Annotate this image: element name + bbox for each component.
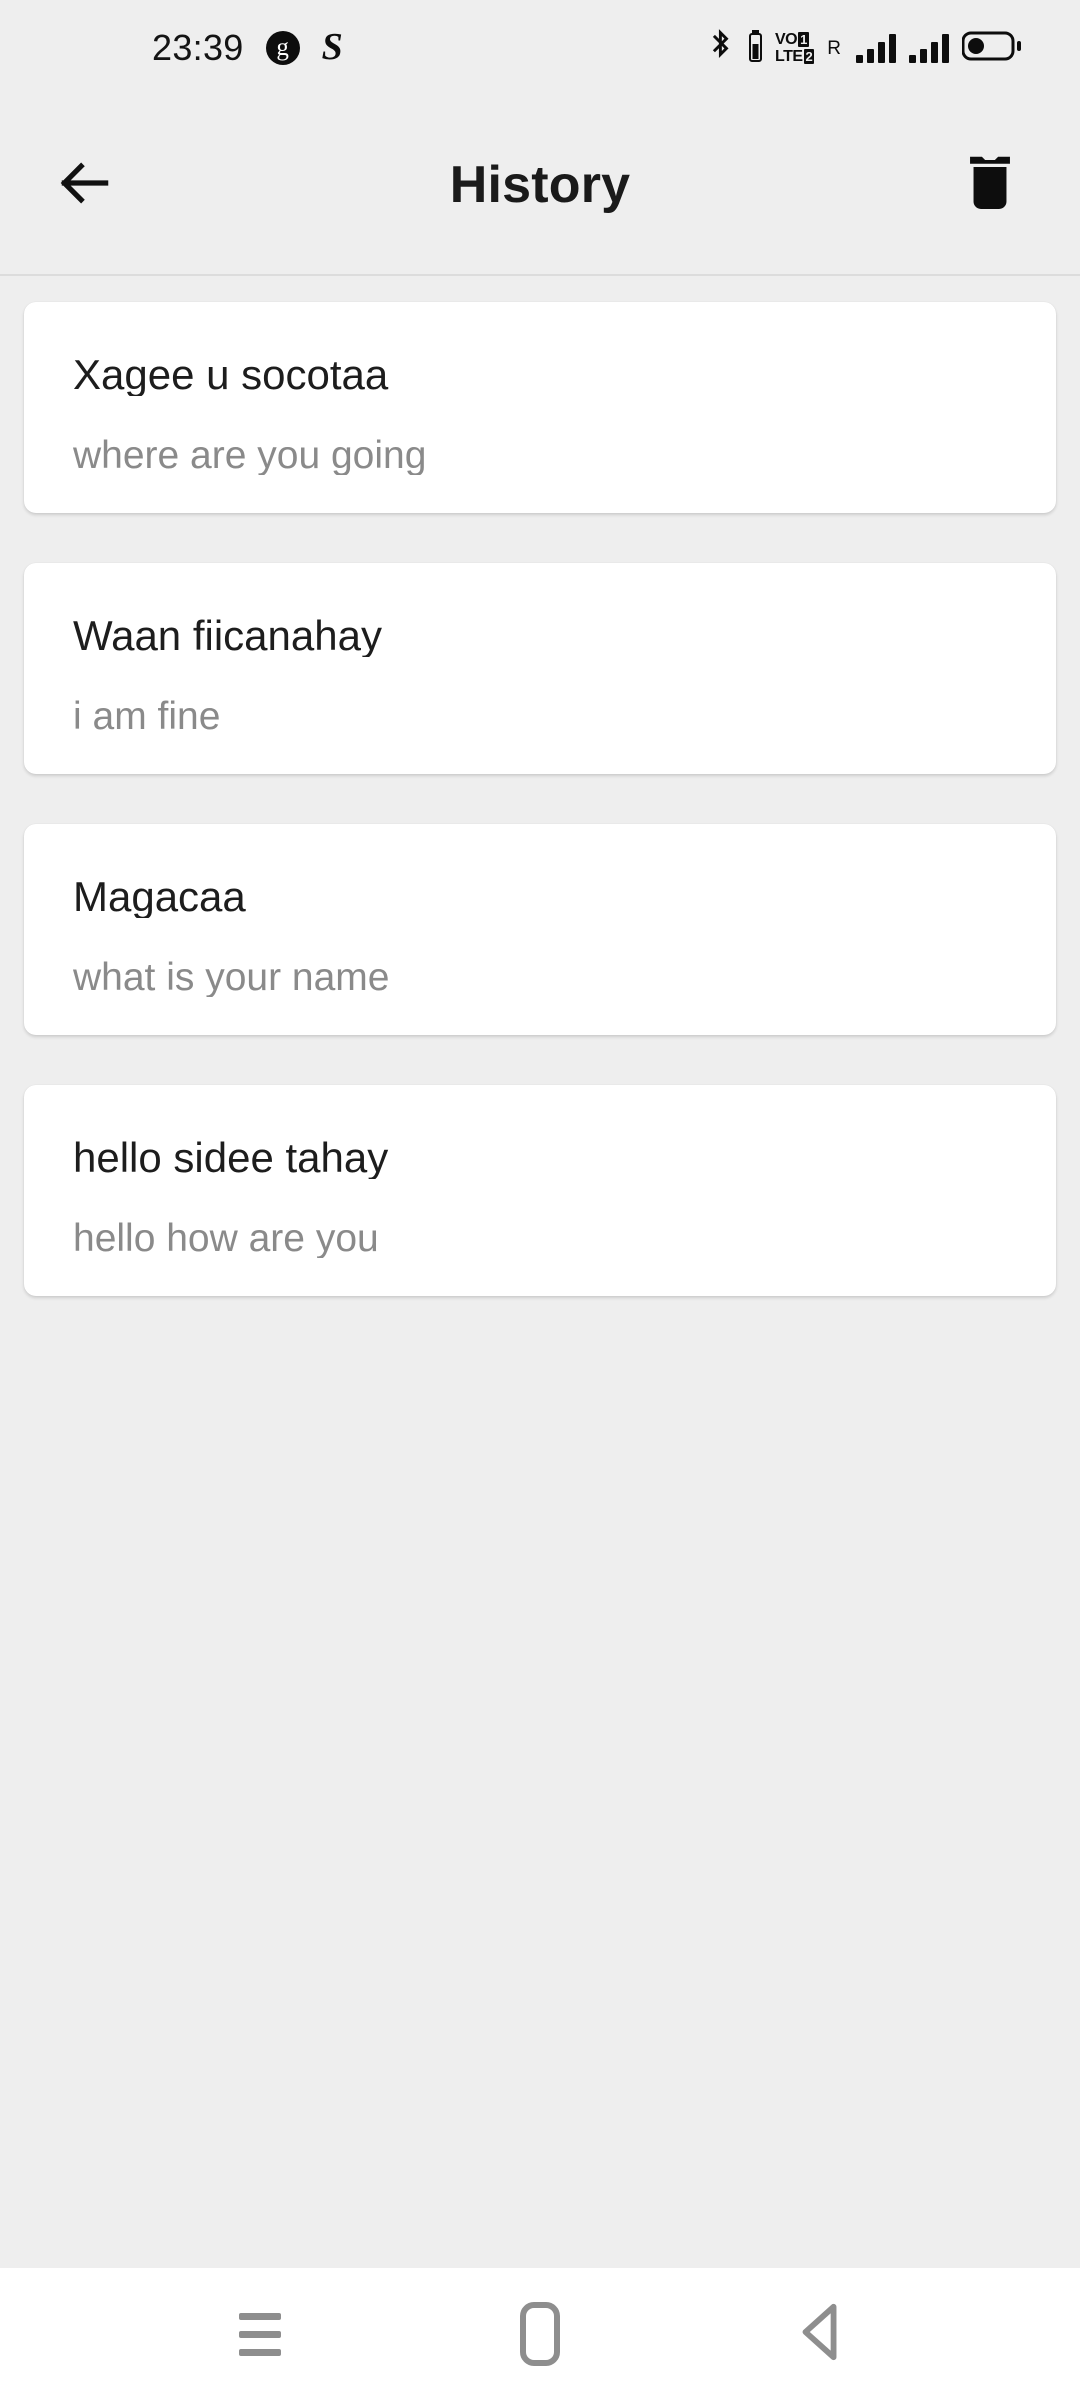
status-clock: 23:39 xyxy=(152,27,244,68)
battery-icon xyxy=(961,30,1022,67)
system-navigation-bar xyxy=(0,2268,1080,2400)
back-button[interactable] xyxy=(30,130,140,240)
status-bar: 23:39 g S VO 1 LTE 2 R xyxy=(0,0,1080,96)
history-item-source: Xagee u socotaa xyxy=(73,354,389,396)
history-item-source: Waan fiicanahay xyxy=(73,615,382,657)
history-item[interactable]: Magacaa what is your name xyxy=(24,824,1056,1035)
history-item-source: Magacaa xyxy=(73,876,246,918)
history-item-translation: what is your name xyxy=(73,958,390,997)
history-list: Xagee u socotaa where are you going Waan… xyxy=(0,276,1080,2268)
status-bar-right: VO 1 LTE 2 R xyxy=(706,28,1048,68)
history-item-source: hello sidee tahay xyxy=(73,1137,389,1179)
status-bar-left: 23:39 g S xyxy=(0,26,343,68)
delete-button[interactable] xyxy=(942,137,1038,233)
recents-icon xyxy=(239,2312,281,2356)
signal-bars-icon-sim1 xyxy=(856,33,896,63)
page-title: History xyxy=(449,156,631,214)
roaming-indicator: R xyxy=(827,37,841,59)
back-arrow-icon xyxy=(54,152,116,219)
home-icon xyxy=(520,2302,560,2366)
bluetooth-battery-icon xyxy=(749,29,762,67)
history-item[interactable]: hello sidee tahay hello how are you xyxy=(24,1085,1056,1296)
history-item[interactable]: Waan fiicanahay i am fine xyxy=(24,563,1056,774)
history-item-translation: i am fine xyxy=(73,697,221,736)
history-item[interactable]: Xagee u socotaa where are you going xyxy=(24,302,1056,513)
back-icon xyxy=(796,2301,844,2368)
app-bar: History xyxy=(0,96,1080,276)
delete-icon xyxy=(964,154,1016,217)
signal-bars-icon-sim2 xyxy=(909,33,949,63)
history-item-translation: hello how are you xyxy=(73,1219,379,1258)
nav-back-button[interactable] xyxy=(760,2279,880,2389)
bluetooth-icon xyxy=(706,28,736,68)
phone-screen: 23:39 g S VO 1 LTE 2 R History Xagee u s… xyxy=(0,0,1080,2400)
s-app-icon: S xyxy=(321,26,343,68)
history-item-translation: where are you going xyxy=(73,436,427,475)
volte-dual-sim-icon: VO 1 LTE 2 xyxy=(775,31,815,65)
g-badge-icon: g xyxy=(265,31,300,65)
nav-home-button[interactable] xyxy=(480,2279,600,2389)
nav-recents-button[interactable] xyxy=(200,2279,320,2389)
